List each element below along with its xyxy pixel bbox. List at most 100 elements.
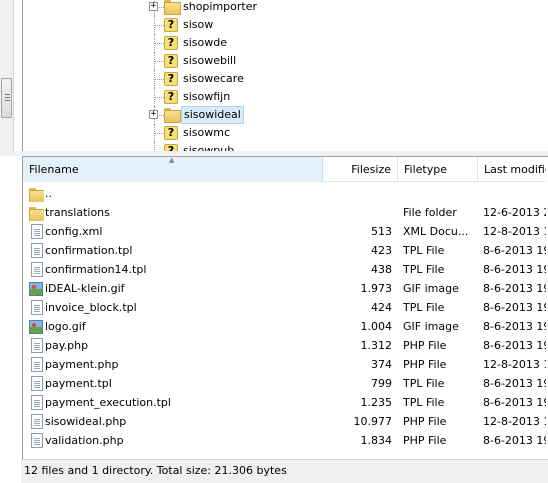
file-row[interactable]: confirmation.tpl 423 TPL File 8-6-2013 19:4 [23, 241, 548, 260]
file-name: .. [45, 187, 52, 200]
file-name: payment.tpl [45, 377, 112, 390]
file-name: validation.php [45, 434, 124, 447]
file-icon [31, 338, 43, 353]
file-type: TPL File [403, 301, 445, 314]
file-name: pay.php [45, 339, 89, 352]
folder-icon [164, 0, 181, 15]
image-icon [29, 281, 44, 297]
unknown-folder-icon: ? [164, 144, 178, 151]
file-row[interactable]: .. [23, 184, 548, 203]
file-type: TPL File [403, 263, 445, 276]
file-icon [29, 376, 44, 392]
file-name: sisowideal.php [45, 415, 127, 428]
file-modified: 8-6-2013 19:4 [483, 301, 548, 314]
file-name: config.xml [45, 225, 103, 238]
column-filetype[interactable]: Filetype [398, 157, 478, 182]
file-icon [31, 395, 43, 410]
image-icon [29, 282, 43, 296]
file-row[interactable]: validation.php 1.834 PHP File 8-6-2013 19:4 [23, 431, 548, 450]
file-name: iDEAL-klein.gif [45, 282, 125, 295]
grip-line [5, 97, 10, 98]
file-row[interactable]: translations File folder 12-6-2013 23: [23, 203, 548, 222]
tree-item-label: sisowideal [181, 106, 244, 124]
file-size: 1.004 [360, 320, 393, 333]
file-icon [29, 414, 44, 430]
unknown-folder-icon: ? [164, 126, 178, 140]
column-filename[interactable]: Filename ▲ [23, 157, 323, 182]
file-modified: 12-6-2013 23: [483, 206, 548, 219]
expand-icon[interactable]: + [149, 110, 158, 119]
tree-item[interactable]: ? sisow [23, 16, 548, 34]
file-size: 513 [371, 225, 392, 238]
file-icon [29, 433, 44, 449]
file-row[interactable]: confirmation14.tpl 438 TPL File 8-6-2013 19… [23, 260, 548, 279]
unknown-folder-icon: ? [164, 72, 178, 86]
file-modified: 12-8-2013 15: [483, 415, 548, 428]
file-icon [31, 243, 43, 258]
tree-frame: + shopimporter? sisow? sisowde? sisowebill? s… [22, 0, 548, 151]
file-row[interactable]: payment.tpl 799 TPL File 8-6-2013 19:4 [23, 374, 548, 393]
unknown-folder-icon: ? [164, 90, 178, 104]
file-row[interactable]: payment_execution.tpl 1.235 TPL File 8-6-20… [23, 393, 548, 412]
tree-item-label: sisowmc [183, 126, 231, 139]
tree-connector [155, 97, 164, 98]
tree-item[interactable]: ? sisowpub [23, 142, 548, 151]
expand-icon[interactable]: + [149, 2, 158, 11]
file-row[interactable]: sisowideal.php 10.977 PHP File 12-8-2013 15… [23, 412, 548, 431]
status-text: 12 files and 1 directory. Total size: 21… [24, 464, 287, 477]
file-row[interactable]: payment.php 374 PHP File 12-8-2013 15: [23, 355, 548, 374]
sort-ascending-icon: ▲ [169, 156, 175, 164]
tree-item[interactable]: ? sisowde [23, 34, 548, 52]
tree-item-label: sisowebill [183, 54, 237, 67]
file-icon [29, 338, 44, 354]
column-filesize[interactable]: Filesize [323, 157, 398, 182]
tree-item[interactable]: ? sisowfijn [23, 88, 548, 106]
file-row[interactable]: iDEAL-klein.gif 1.973 GIF image 8-6-2013 19… [23, 279, 548, 298]
file-type: PHP File [403, 358, 447, 371]
file-icon [29, 243, 44, 259]
file-size: 438 [371, 263, 392, 276]
file-type: TPL File [403, 396, 445, 409]
file-icon [31, 224, 43, 239]
folder-icon [164, 0, 181, 15]
file-icon [31, 357, 43, 372]
unknown-folder-icon: ? [164, 144, 178, 151]
column-last-modified[interactable]: Last modified [478, 157, 548, 182]
folder-icon [29, 188, 44, 202]
file-row[interactable]: invoice_block.tpl 424 TPL File 8-6-2013 19:… [23, 298, 548, 317]
tree-item-label: sisowfijn [183, 90, 231, 103]
folder-icon [164, 108, 181, 123]
file-modified: 8-6-2013 19:4 [483, 339, 548, 352]
file-row[interactable]: logo.gif 1.004 GIF image 8-6-2013 19:4 [23, 317, 548, 336]
column-filesize-label: Filesize [351, 163, 391, 176]
file-type: PHP File [403, 434, 447, 447]
tree-item[interactable]: ? sisowebill [23, 52, 548, 70]
file-modified: 8-6-2013 19:4 [483, 434, 548, 447]
tree-item[interactable]: ? sisowecare [23, 70, 548, 88]
file-type: XML Docu... [403, 225, 469, 238]
unknown-folder-icon: ? [164, 54, 178, 68]
file-icon [29, 300, 44, 316]
image-icon [29, 320, 43, 334]
tree-item-label: sisowde [183, 36, 227, 49]
grip-line [5, 100, 10, 101]
file-type: PHP File [403, 339, 447, 352]
file-size: 374 [371, 358, 392, 371]
file-name: invoice_block.tpl [45, 301, 137, 314]
file-size: 1.312 [360, 339, 393, 352]
file-icon [29, 262, 44, 278]
tree-item[interactable]: ? sisowmc [23, 124, 548, 142]
file-type: File folder [403, 206, 457, 219]
scrollbar-thumb[interactable] [1, 78, 12, 118]
file-modified: 12-8-2013 16: [483, 225, 548, 238]
file-row[interactable]: pay.php 1.312 PHP File 8-6-2013 19:4 [23, 336, 548, 355]
file-name: payment.php [45, 358, 119, 371]
left-scrollbar[interactable] [0, 0, 14, 151]
tree-item[interactable]: + sisowideal [23, 106, 548, 124]
tree-connector [155, 43, 164, 44]
file-row[interactable]: config.xml 513 XML Docu... 12-8-2013 16: [23, 222, 548, 241]
tree-item[interactable]: + shopimporter [23, 0, 548, 16]
folder-icon [29, 205, 44, 221]
unknown-folder-icon: ? [164, 72, 178, 86]
file-type: PHP File [403, 415, 447, 428]
